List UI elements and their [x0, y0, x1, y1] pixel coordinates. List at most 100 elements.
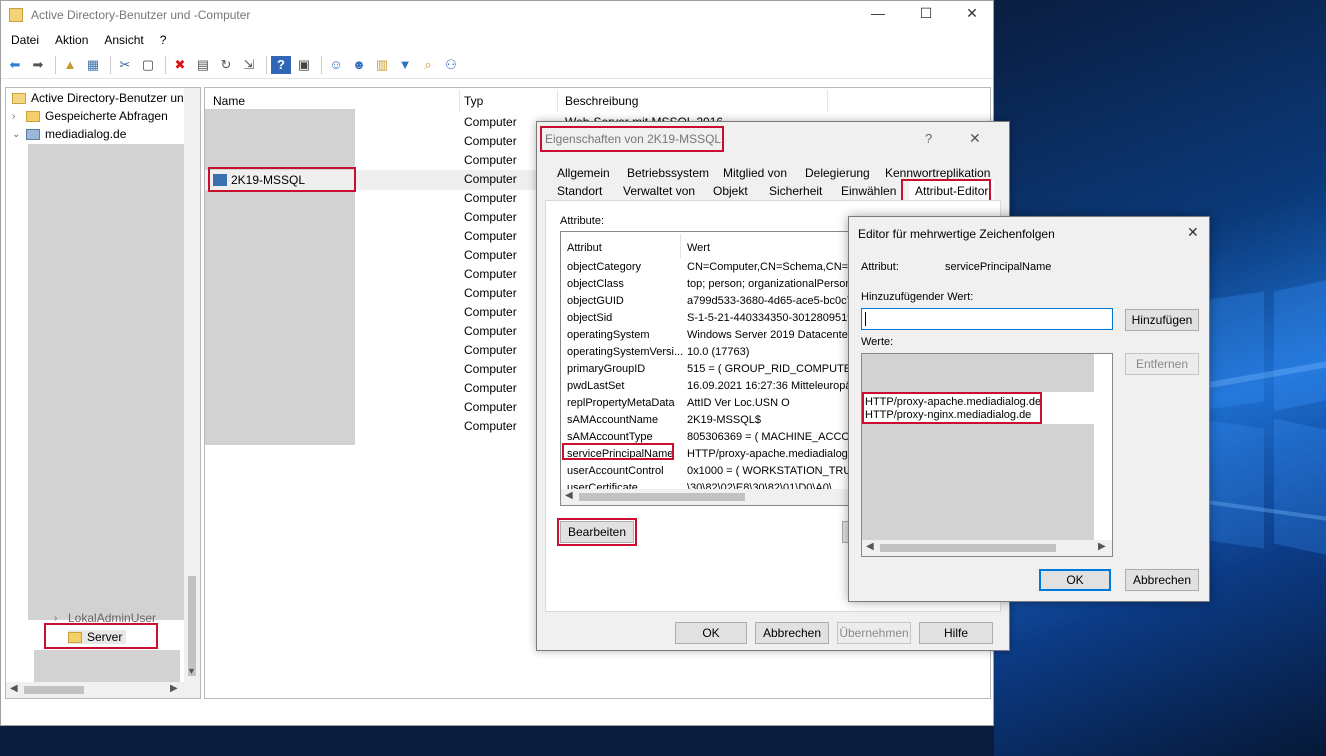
add-group-icon[interactable]: ☻ [349, 56, 369, 74]
help-icon[interactable]: ? [271, 55, 291, 74]
attribute-name[interactable]: sAMAccountName [567, 414, 658, 426]
attribute-value[interactable]: AttID Ver Loc.USN O [687, 397, 790, 409]
properties-icon[interactable]: ▤ [193, 56, 213, 74]
add-ou-icon[interactable]: ▥ [372, 56, 392, 74]
maximize-button[interactable]: ☐ [903, 5, 949, 22]
menu-datei[interactable]: Datei [3, 33, 47, 47]
attribute-value[interactable]: HTTP/proxy-apache.mediadialog.d [687, 448, 855, 460]
tab-objekt[interactable]: Objekt [709, 181, 752, 201]
attribute-name[interactable]: operatingSystem [567, 329, 650, 341]
cut-icon[interactable]: ✂ [115, 56, 135, 74]
attribute-name[interactable]: pwdLastSet [567, 380, 624, 392]
column-type[interactable]: Typ [464, 94, 483, 108]
row-type[interactable]: Computer [464, 153, 517, 167]
editor-cancel-button[interactable]: Abbrechen [1125, 569, 1199, 591]
tree-horizontal-scrollbar[interactable]: ◀ ▶ [6, 682, 200, 698]
minimize-button[interactable]: — [855, 5, 901, 21]
help-button[interactable]: Hilfe [919, 622, 993, 644]
chevron-down-icon[interactable]: ⌄ [12, 129, 26, 140]
forward-icon[interactable]: ➡ [28, 56, 48, 74]
close-button[interactable]: ✕ [949, 5, 995, 22]
ok-button[interactable]: OK [675, 622, 747, 644]
export-icon[interactable]: ⇲ [239, 56, 259, 74]
tab-betriebssystem[interactable]: Betriebssystem [623, 163, 713, 183]
close-icon[interactable]: ✕ [1187, 224, 1199, 241]
tree-root[interactable]: Active Directory-Benutzer un [12, 91, 184, 105]
row-type[interactable]: Computer [464, 400, 517, 414]
tab-delegierung[interactable]: Delegierung [801, 163, 874, 183]
cancel-button[interactable]: Abbrechen [755, 622, 829, 644]
row-type[interactable]: Computer [464, 324, 517, 338]
up-icon[interactable]: ▲ [60, 56, 80, 74]
row-type[interactable]: Computer [464, 210, 517, 224]
row-type[interactable]: Computer [464, 115, 517, 129]
delete-icon[interactable]: ✖ [170, 56, 190, 74]
chevron-right-icon[interactable]: › [54, 613, 68, 624]
values-horizontal-scrollbar[interactable]: ◀ ▶ [862, 540, 1112, 556]
tab-einwaehlen[interactable]: Einwählen [837, 181, 900, 201]
add-value-input[interactable] [861, 308, 1113, 330]
help-icon[interactable]: ? [925, 131, 932, 146]
back-icon[interactable]: ⬅ [5, 56, 25, 74]
add-button[interactable]: Hinzufügen [1125, 309, 1199, 331]
tab-standort[interactable]: Standort [553, 181, 606, 201]
row-type[interactable]: Computer [464, 229, 517, 243]
attribute-name[interactable]: objectCategory [567, 261, 641, 273]
attribute-name[interactable]: replPropertyMetaData [567, 397, 675, 409]
attribute-name[interactable]: objectGUID [567, 295, 624, 307]
col-wert-header[interactable]: Wert [687, 242, 710, 254]
row-type[interactable]: Computer [464, 286, 517, 300]
row-type[interactable]: Computer [464, 381, 517, 395]
attribute-value[interactable]: 2K19-MSSQL$ [687, 414, 761, 426]
filter-icon[interactable]: ▼ [395, 56, 415, 74]
column-description[interactable]: Beschreibung [565, 94, 638, 108]
refresh-icon[interactable]: ↻ [216, 56, 236, 74]
tab-allgemein[interactable]: Allgemein [553, 163, 614, 183]
attribute-name[interactable]: userAccountControl [567, 465, 664, 477]
menu-aktion[interactable]: Aktion [47, 33, 96, 47]
apply-button[interactable]: Übernehmen [837, 622, 911, 644]
tab-mitglied-von[interactable]: Mitglied von [719, 163, 791, 183]
tree-domain[interactable]: ⌄ mediadialog.de [12, 127, 126, 141]
attribute-horizontal-scrollbar[interactable]: ◀ [561, 489, 855, 505]
add-user-icon[interactable]: ☺ [326, 56, 346, 74]
attribute-value[interactable]: CN=Computer,CN=Schema,CN=Co [687, 261, 855, 273]
attribute-value[interactable]: Windows Server 2019 Datacenter [687, 329, 851, 341]
attribute-value[interactable]: 16.09.2021 16:27:36 Mitteleuropäi [687, 380, 854, 392]
row-type[interactable]: Computer [464, 134, 517, 148]
attribute-name[interactable]: objectSid [567, 312, 612, 324]
add-to-group-icon[interactable]: ⚇ [441, 56, 461, 74]
attribute-name[interactable]: sAMAccountType [567, 431, 653, 443]
row-type[interactable]: Computer [464, 419, 517, 433]
attribute-value[interactable]: 0x1000 = ( WORKSTATION_TRU [687, 465, 851, 477]
row-type[interactable]: Computer [464, 191, 517, 205]
attribute-value[interactable]: S-1-5-21-440334350-3012809519- [687, 312, 855, 324]
editor-ok-button[interactable]: OK [1039, 569, 1111, 591]
show-hide-icon[interactable]: ▦ [83, 56, 103, 74]
column-name[interactable]: Name [213, 94, 245, 108]
tree-vertical-scrollbar[interactable]: ▼ [184, 88, 200, 682]
tab-verwaltet-von[interactable]: Verwaltet von [619, 181, 699, 201]
attribute-name[interactable]: operatingSystemVersi... [567, 346, 683, 358]
col-attribut-header[interactable]: Attribut [567, 242, 602, 254]
console-icon[interactable]: ▣ [294, 56, 314, 74]
row-type[interactable]: Computer [464, 267, 517, 281]
row-type[interactable]: Computer [464, 172, 517, 186]
menu-help[interactable]: ? [152, 33, 175, 47]
row-type[interactable]: Computer [464, 343, 517, 357]
attribute-name[interactable]: objectClass [567, 278, 624, 290]
close-icon[interactable]: ✕ [969, 130, 981, 147]
remove-button[interactable]: Entfernen [1125, 353, 1199, 375]
tree-saved-queries[interactable]: › Gespeicherte Abfragen [12, 109, 168, 123]
row-type[interactable]: Computer [464, 362, 517, 376]
find-icon[interactable]: ⌕ [418, 56, 438, 74]
attribute-name[interactable]: primaryGroupID [567, 363, 645, 375]
menu-ansicht[interactable]: Ansicht [96, 33, 151, 47]
tab-sicherheit[interactable]: Sicherheit [765, 181, 826, 201]
row-type[interactable]: Computer [464, 248, 517, 262]
row-type[interactable]: Computer [464, 305, 517, 319]
copy-icon[interactable]: ▢ [138, 56, 158, 74]
attribute-value[interactable]: a799d533-3680-4d65-ace5-bc0c7 [687, 295, 853, 307]
attribute-value[interactable]: 515 = ( GROUP_RID_COMPUTER [687, 363, 855, 375]
chevron-right-icon[interactable]: › [12, 111, 26, 122]
